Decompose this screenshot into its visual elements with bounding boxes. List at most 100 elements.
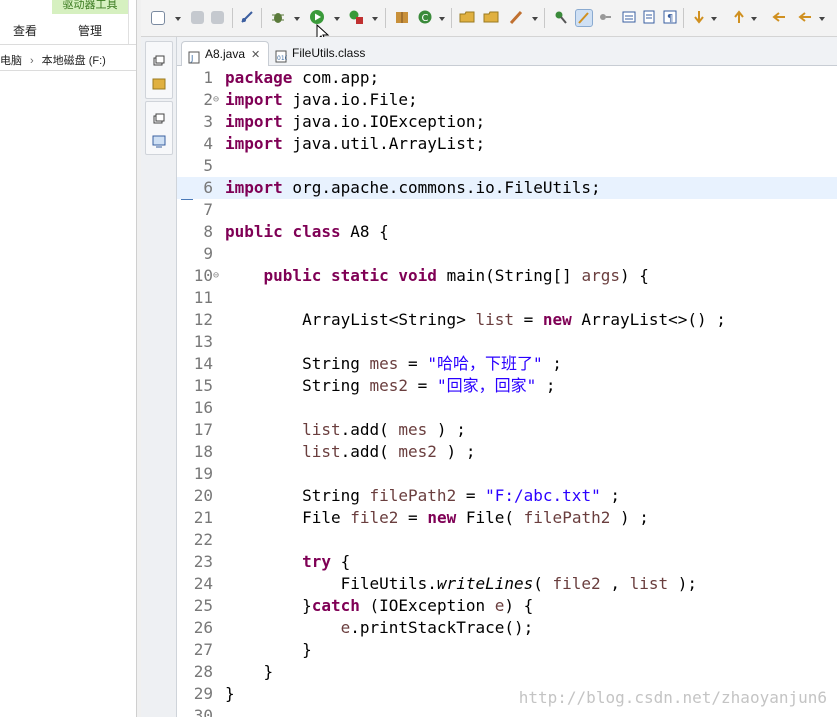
code-text: public static void main(String[] args) { xyxy=(263,266,649,285)
code-line[interactable]: 16 xyxy=(177,397,837,419)
show-whitespace-icon[interactable] xyxy=(621,9,637,25)
new-class-dropdown-icon[interactable] xyxy=(439,17,445,21)
console-icon[interactable] xyxy=(152,134,166,148)
paragraph-icon[interactable]: ¶ xyxy=(662,9,678,25)
code-line[interactable]: 25 }catch (IOException e) { xyxy=(177,595,837,617)
line-number: 6 xyxy=(203,178,213,197)
restore-icon[interactable] xyxy=(152,112,166,126)
code-text: list.add( mes ) ; xyxy=(302,420,466,439)
code-line[interactable]: 7 xyxy=(177,199,837,221)
code-text: String filePath2 = "F:/abc.txt" ; xyxy=(225,486,620,505)
run-icon[interactable] xyxy=(309,9,325,25)
tab-a8-java[interactable]: J A8.java ✕ xyxy=(181,41,269,66)
breadcrumb-pc[interactable]: 电脑 xyxy=(0,55,22,67)
code-text: import java.io.IOException; xyxy=(225,112,486,131)
open-resource-icon[interactable] xyxy=(483,9,499,25)
new-java-class-icon[interactable]: C xyxy=(417,9,433,25)
close-icon[interactable]: ✕ xyxy=(251,49,260,61)
code-text: e.printStackTrace(); xyxy=(340,618,534,637)
code-editor[interactable]: 1 package com.app; 2 ⊖ import java.io.File; 3… xyxy=(177,66,837,717)
next-annotation-dropdown-icon[interactable] xyxy=(711,17,717,21)
back-dropdown-icon[interactable] xyxy=(819,17,825,21)
code-line[interactable]: 4 import java.util.ArrayList; xyxy=(177,133,837,155)
toggle-breadcrumb-icon[interactable] xyxy=(553,9,569,25)
code-line[interactable]: 19 xyxy=(177,463,837,485)
line-number: 7 xyxy=(203,200,213,219)
breadcrumb[interactable]: 电脑 › 本地磁盘 (F:) xyxy=(0,52,106,68)
code-line[interactable]: 21 File file2 = new File( filePath2 ) ; xyxy=(177,507,837,529)
search-icon[interactable] xyxy=(508,9,524,25)
code-line[interactable]: 3 import java.io.IOException; xyxy=(177,111,837,133)
line-number: 29 xyxy=(193,684,213,703)
package-explorer-icon[interactable] xyxy=(152,76,166,90)
line-number: 18 xyxy=(193,442,213,461)
back-icon[interactable] xyxy=(797,9,813,25)
code-line[interactable]: 9 xyxy=(177,243,837,265)
search-dropdown-icon[interactable] xyxy=(532,17,538,21)
code-line[interactable]: 15 String mes2 = "回家，回家" ; xyxy=(177,375,837,397)
skip-breakpoints-icon[interactable] xyxy=(239,9,255,25)
code-line[interactable]: 18 list.add( mes2 ) ; xyxy=(177,441,837,463)
save-icon[interactable] xyxy=(191,11,204,24)
line-number: 5 xyxy=(203,156,213,175)
save-all-icon[interactable] xyxy=(211,11,224,24)
previous-annotation-icon[interactable] xyxy=(731,9,747,25)
code-text: list.add( mes2 ) ; xyxy=(302,442,476,461)
external-tools-dropdown-icon[interactable] xyxy=(372,17,378,21)
code-line[interactable]: 24 FileUtils.writeLines( file2 , list ); xyxy=(177,573,837,595)
ribbon-divider-line xyxy=(0,44,136,45)
debug-icon[interactable] xyxy=(270,9,286,25)
code-text: import java.io.File; xyxy=(225,90,418,109)
svg-text:010: 010 xyxy=(277,55,287,62)
code-line[interactable]: 20 String filePath2 = "F:/abc.txt" ; xyxy=(177,485,837,507)
code-line[interactable]: 26 e.printStackTrace(); xyxy=(177,617,837,639)
show-source-icon[interactable] xyxy=(641,9,657,25)
code-line[interactable]: 2 ⊖ import java.io.File; xyxy=(177,89,837,111)
code-text: import java.util.ArrayList; xyxy=(225,134,486,153)
fold-toggle-icon[interactable]: ⊖ xyxy=(213,89,219,111)
code-line[interactable]: 22 xyxy=(177,529,837,551)
code-line[interactable]: 27 } xyxy=(177,639,837,661)
run-dropdown-icon[interactable] xyxy=(334,17,340,21)
code-line[interactable]: 5 xyxy=(177,155,837,177)
new-java-package-icon[interactable] xyxy=(394,9,410,25)
line-number: 1 xyxy=(203,68,213,87)
line-number: 30 xyxy=(193,706,213,717)
new-dropdown-icon[interactable] xyxy=(175,17,181,21)
code-line[interactable]: 8 public class A8 { xyxy=(177,221,837,243)
last-edit-location-icon[interactable] xyxy=(771,9,787,25)
fold-toggle-icon[interactable]: ⊖ xyxy=(213,265,219,287)
line-number: 13 xyxy=(193,332,213,351)
code-line[interactable]: 13 xyxy=(177,331,837,353)
toolbar-separator xyxy=(451,8,452,28)
java-file-icon: J xyxy=(188,48,200,64)
line-number: 28 xyxy=(193,662,213,681)
external-tools-icon[interactable] xyxy=(348,9,364,25)
mark-occurrences-icon[interactable] xyxy=(575,9,593,27)
code-line[interactable]: 10 ⊖ public static void main(String[] arg… xyxy=(177,265,837,287)
minimized-view-stack xyxy=(145,41,173,99)
new-file-icon[interactable] xyxy=(151,11,165,25)
code-line[interactable]: 14 String mes = "哈哈，下班了" ; xyxy=(177,353,837,375)
open-type-icon[interactable] xyxy=(459,9,475,25)
code-text: String mes = "哈哈，下班了" ; xyxy=(225,354,562,373)
code-line[interactable]: 1 package com.app; xyxy=(177,67,837,89)
ribbon-tab-manage[interactable]: 管理 xyxy=(52,22,128,39)
code-line[interactable]: 23 try { xyxy=(177,551,837,573)
line-number: 16 xyxy=(193,398,213,417)
code-line[interactable]: 17 list.add( mes ) ; xyxy=(177,419,837,441)
block-selection-icon[interactable] xyxy=(597,9,613,25)
code-line[interactable]: 28 } xyxy=(177,661,837,683)
debug-dropdown-icon[interactable] xyxy=(294,17,300,21)
code-line[interactable]: 6 import org.apache.commons.io.FileUtils; xyxy=(177,177,837,199)
breadcrumb-drive[interactable]: 本地磁盘 (F:) xyxy=(42,55,106,67)
next-annotation-icon[interactable] xyxy=(691,9,707,25)
tab-fileutils-class[interactable]: 010 FileUtils.class xyxy=(269,41,379,65)
code-line[interactable]: 12 ArrayList<String> list = new ArrayLis… xyxy=(177,309,837,331)
svg-text:J: J xyxy=(190,54,193,63)
code-line[interactable]: 11 xyxy=(177,287,837,309)
ribbon-tab-view[interactable]: 查看 xyxy=(0,22,50,39)
restore-icon[interactable] xyxy=(152,54,166,68)
previous-annotation-dropdown-icon[interactable] xyxy=(751,17,757,21)
code-text: } xyxy=(225,662,274,681)
